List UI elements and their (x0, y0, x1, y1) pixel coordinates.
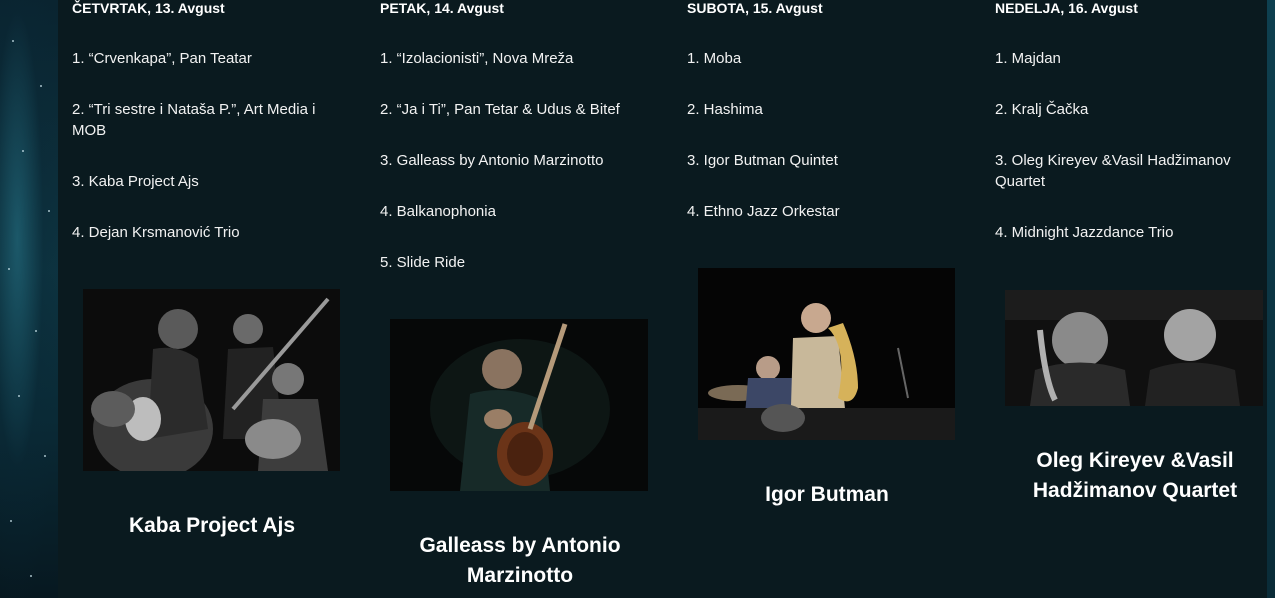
program-item: 3. Igor Butman Quintet (687, 152, 838, 169)
program-item: 4. Midnight Jazzdance Trio (995, 224, 1174, 241)
band-photo-igor-butman[interactable] (698, 268, 955, 440)
program-item: 2. Hashima (687, 101, 763, 118)
program-item: 2. “Ja i Ti”, Pan Tetar & Udus & Bitef (380, 101, 620, 118)
program-item: 2. “Tri sestre i Nataša P.”, Art Media i… (72, 101, 316, 139)
starry-background-left (0, 0, 58, 598)
featured-band-caption[interactable]: Kaba Project Ajs (72, 511, 352, 541)
featured-band-caption[interactable]: Galleass by Antonio Marzinotto (380, 531, 660, 591)
program-item: 4. Dejan Krsmanović Trio (72, 224, 240, 241)
day-heading: PETAK, 14. Avgust (380, 0, 504, 16)
program-item: 1. “Crvenkapa”, Pan Teatar (72, 50, 252, 67)
program-item: 1. Majdan (995, 50, 1061, 67)
day-column-friday: PETAK, 14. Avgust 1. “Izolacionisti”, No… (380, 0, 650, 587)
day-column-saturday: SUBOTA, 15. Avgust 1. Moba 2. Hashima 3.… (687, 0, 957, 506)
featured-band-caption[interactable]: Igor Butman (687, 480, 967, 510)
band-photo-kaba-project-ajs[interactable] (83, 289, 340, 471)
program-item: 3. Oleg Kireyev &Vasil Hadžimanov Quarte… (995, 152, 1231, 190)
day-heading: NEDELJA, 16. Avgust (995, 0, 1138, 16)
day-heading: SUBOTA, 15. Avgust (687, 0, 823, 16)
program-item: 5. Slide Ride (380, 254, 466, 271)
program-item: 4. Ethno Jazz Orkestar (687, 203, 840, 220)
band-photo-galleass[interactable] (390, 319, 648, 491)
band-photo-oleg-kireyev-vasil-hadzimanov[interactable] (1005, 290, 1263, 406)
program-item: 1. “Izolacionisti”, Nova Mreža (380, 50, 574, 67)
festival-schedule: ČETVRTAK, 13. Avgust 1. “Crvenkapa”, Pan… (58, 0, 1267, 598)
program-item: 3. Kaba Project Ajs (72, 173, 199, 190)
day-column-sunday: NEDELJA, 16. Avgust 1. Majdan 2. Kralj Č… (995, 0, 1265, 502)
program-item: 3. Galleass by Antonio Marzinotto (380, 152, 604, 169)
program-item: 4. Balkanophonia (380, 203, 496, 220)
featured-band-caption[interactable]: Oleg Kireyev &Vasil Hadžimanov Quartet (995, 446, 1275, 506)
starry-background-right (1267, 0, 1275, 598)
day-column-thursday: ČETVRTAK, 13. Avgust 1. “Crvenkapa”, Pan… (72, 0, 342, 537)
program-item: 1. Moba (687, 50, 742, 67)
program-item: 2. Kralj Čačka (995, 101, 1089, 118)
day-heading: ČETVRTAK, 13. Avgust (72, 0, 225, 16)
